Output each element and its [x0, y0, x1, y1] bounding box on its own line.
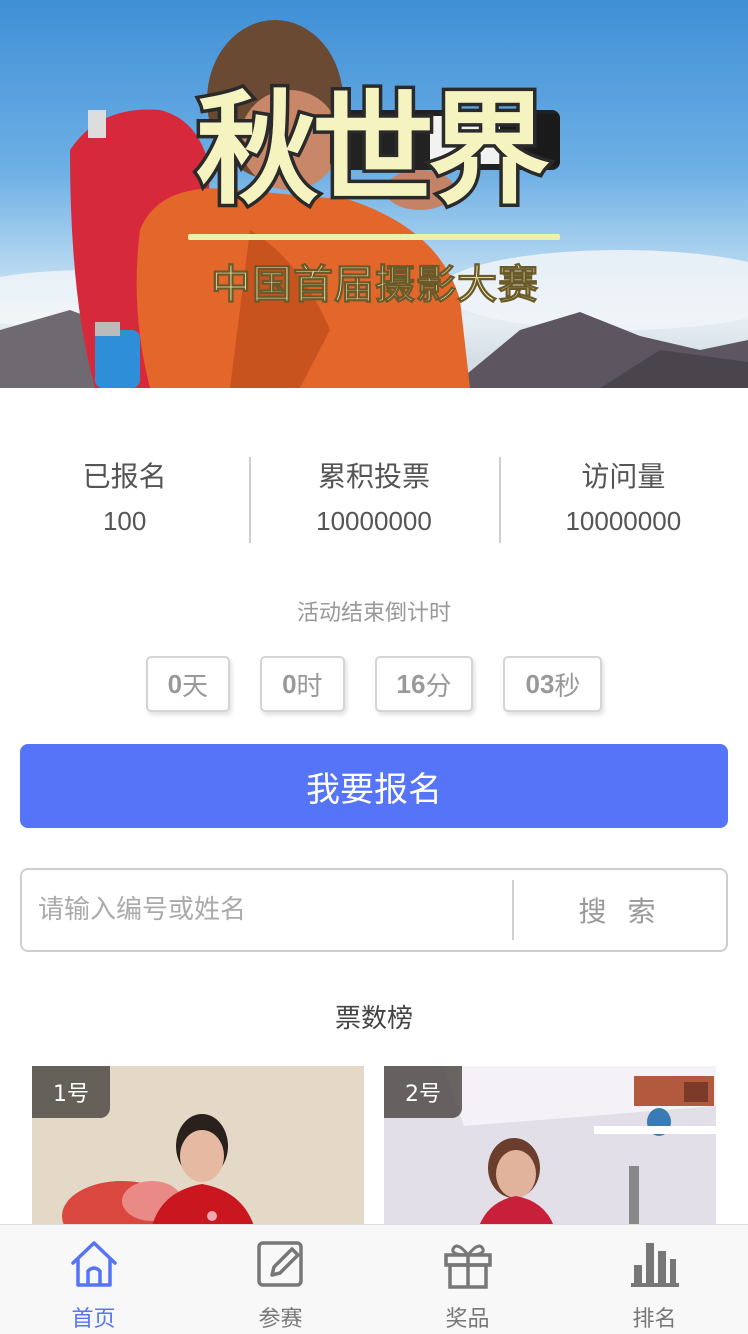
hero-banner: 秋世界 中国首届摄影大赛: [0, 0, 748, 388]
banner-title: 秋世界: [193, 77, 554, 224]
ranking-title: 票数榜: [334, 1004, 413, 1034]
countdown-hours-unit: 时: [296, 671, 323, 702]
countdown-days-unit: 天: [182, 671, 209, 702]
countdown-days: 0天: [145, 656, 231, 712]
countdown-minutes-unit: 分: [425, 671, 452, 702]
entry-number-badge: 1号: [32, 1066, 110, 1118]
stats-row: 已报名 100 累积投票 10000000 访问量 10000000: [0, 455, 748, 545]
signup-button[interactable]: 我要报名: [20, 744, 728, 828]
entry-card[interactable]: 1号: [32, 1066, 364, 1226]
tab-label: 首页: [71, 1307, 116, 1332]
tab-prizes[interactable]: 奖品: [374, 1225, 561, 1334]
stat-value: 10000000: [565, 506, 682, 536]
stat-label: 已报名: [82, 460, 167, 493]
tab-label: 参赛: [258, 1307, 303, 1332]
countdown-days-value: 0: [167, 668, 183, 699]
tab-label: 奖品: [445, 1307, 490, 1332]
countdown-seconds-value: 03: [525, 668, 555, 699]
bar-chart-icon: [630, 1243, 679, 1287]
ranking-list: 1号 2号: [32, 1066, 716, 1226]
banner-subtitle: 中国首届摄影大赛: [211, 262, 539, 309]
stat-label: 访问量: [581, 460, 666, 493]
bottom-tab-bar: 首页 参赛 奖品 排名: [0, 1224, 748, 1334]
countdown-seconds: 03 秒: [503, 656, 603, 712]
countdown-title: 活动结束倒计时: [296, 601, 451, 626]
entry-number-badge: 2号: [384, 1066, 462, 1118]
countdown-minutes: 16 分: [374, 656, 474, 712]
stat-visits: 访问量 10000000: [498, 455, 748, 545]
stat-label: 累积投票: [317, 460, 430, 493]
stat-value: 100: [102, 506, 147, 536]
search-input[interactable]: [22, 870, 512, 950]
edit-icon: [256, 1241, 303, 1287]
tab-home[interactable]: 首页: [0, 1225, 187, 1334]
countdown-hours-value: 0: [282, 668, 297, 699]
countdown-minutes-value: 16: [396, 668, 426, 699]
stat-value: 10000000: [316, 506, 432, 536]
search-bar: 搜 索: [20, 868, 728, 952]
countdown-timer: 0天 0时 16 分 03 秒: [0, 656, 748, 712]
stat-registered: 已报名 100: [0, 455, 249, 545]
banner-divider: [188, 234, 560, 240]
countdown-hours: 0时: [260, 656, 345, 712]
search-button[interactable]: 搜 索: [514, 870, 726, 950]
stat-total-votes: 累积投票 10000000: [249, 455, 498, 545]
tab-ranking[interactable]: 排名: [561, 1225, 748, 1334]
tab-enter[interactable]: 参赛: [187, 1225, 374, 1334]
gift-icon: [443, 1244, 492, 1289]
entry-card[interactable]: 2号: [384, 1066, 716, 1226]
home-icon: [70, 1241, 117, 1287]
tab-label: 排名: [632, 1307, 677, 1332]
countdown-seconds-unit: 秒: [554, 671, 581, 702]
